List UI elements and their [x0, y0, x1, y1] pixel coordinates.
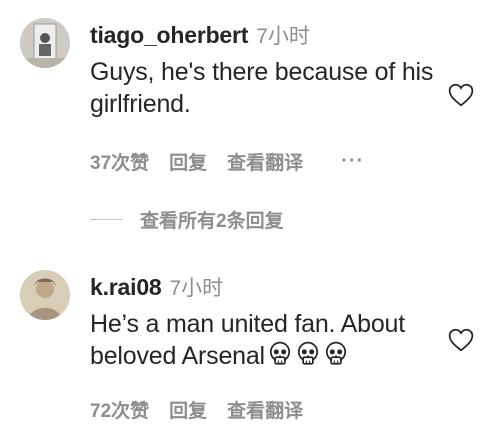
comment-text: Guys, he's there because of his girlfrie… — [90, 58, 434, 118]
comment-actions: 37次赞 回复 查看翻译 ··· — [90, 148, 440, 175]
comment-text-content: He’s a man united fan. About beloved Ars… — [90, 310, 405, 370]
comment-header: k.rai08 7小时 — [90, 272, 440, 306]
comment-item: tiago_oherbert 7小时 Guys, he's there beca… — [0, 0, 500, 200]
view-replies-toggle[interactable]: 查看所有2条回复 — [90, 206, 284, 233]
translate-button[interactable]: 查看翻译 — [227, 148, 303, 175]
translate-button[interactable]: 查看翻译 — [227, 396, 303, 423]
avatar[interactable] — [20, 18, 70, 68]
user-avatar-image — [20, 18, 70, 68]
comment-body: k.rai08 7小时 He’s a man united fan. About… — [90, 272, 440, 423]
comment-text: He’s a man united fan. About beloved Ars… — [90, 308, 440, 372]
avatar[interactable] — [20, 270, 70, 320]
view-replies-label[interactable]: 查看所有2条回复 — [140, 206, 284, 233]
timestamp: 7小时 — [169, 277, 224, 300]
skull-emoji-icon — [297, 341, 318, 365]
user-avatar-image — [20, 270, 70, 320]
heart-outline-icon[interactable] — [448, 328, 474, 352]
comment-body: tiago_oherbert 7小时 Guys, he's there beca… — [90, 20, 440, 175]
like-count[interactable]: 72次赞 — [90, 396, 149, 423]
emoji-group — [267, 341, 349, 367]
comment-item: k.rai08 7小时 He’s a man united fan. About… — [0, 262, 500, 440]
timestamp: 7小时 — [256, 25, 310, 48]
username[interactable]: tiago_oherbert — [90, 22, 248, 49]
replies-divider-line — [90, 219, 122, 220]
comment-header: tiago_oherbert 7小时 — [90, 20, 440, 54]
skull-emoji-icon — [325, 341, 346, 365]
more-options-icon[interactable]: ··· — [341, 150, 364, 173]
comment-actions: 72次赞 回复 查看翻译 — [90, 396, 440, 423]
heart-outline-icon[interactable] — [448, 83, 474, 107]
reply-button[interactable]: 回复 — [169, 396, 207, 423]
skull-emoji-icon — [269, 341, 290, 365]
like-count[interactable]: 37次赞 — [90, 148, 149, 175]
username[interactable]: k.rai08 — [90, 274, 162, 301]
reply-button[interactable]: 回复 — [169, 148, 207, 175]
